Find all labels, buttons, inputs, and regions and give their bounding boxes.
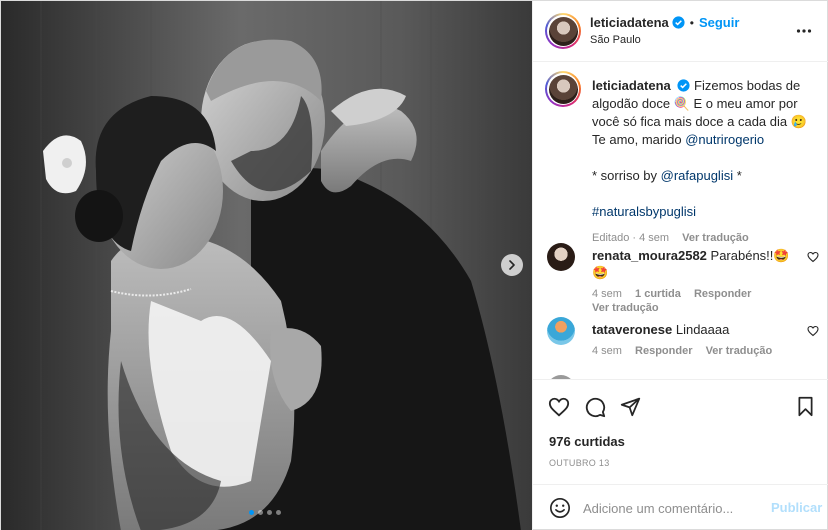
post-location[interactable]: São Paulo <box>590 34 641 46</box>
more-options-icon[interactable] <box>796 23 812 39</box>
commenter-username[interactable]: renata_moura2582 <box>592 248 707 263</box>
likes-count[interactable]: 976 curtidas <box>549 434 625 449</box>
mention-link[interactable]: @nutrirogerio <box>685 132 764 147</box>
verified-badge-icon <box>672 16 685 29</box>
heart-icon[interactable] <box>807 251 819 263</box>
commenter-username[interactable]: tataveronese <box>592 322 672 337</box>
carousel-dot <box>258 510 263 515</box>
post-date: OUTUBRO 13 <box>549 458 610 468</box>
couple-photo-image <box>1 1 532 530</box>
verified-badge-icon <box>677 79 690 92</box>
bookmark-icon[interactable] <box>796 396 815 417</box>
share-icon[interactable] <box>620 396 641 417</box>
hashtag-link[interactable]: #naturalsbypuglisi <box>592 204 696 219</box>
chevron-right-icon <box>509 260 515 270</box>
comments-section[interactable]: leticiadatena Fizemos bodas de algodão d… <box>533 63 828 379</box>
heart-icon[interactable] <box>807 325 819 337</box>
carousel-indicator <box>249 510 281 515</box>
comment-time: 4 sem <box>592 345 622 357</box>
heart-icon[interactable] <box>548 396 570 418</box>
follow-button[interactable]: Seguir <box>699 15 739 30</box>
separator-dot: • <box>689 15 694 30</box>
commenter-avatar[interactable] <box>547 243 575 271</box>
post-caption: leticiadatena Fizemos bodas de algodão d… <box>592 77 820 247</box>
caption-text: * sorriso by <box>592 168 661 183</box>
author-username[interactable]: leticiadatena <box>590 15 669 30</box>
see-translation-button[interactable]: Ver tradução <box>706 345 773 357</box>
see-translation-button[interactable]: Ver tradução <box>592 302 659 314</box>
comment-input[interactable] <box>583 497 763 519</box>
caption-username[interactable]: leticiadatena <box>592 78 671 93</box>
instagram-post: leticiadatena • Seguir São Paulo leticia… <box>0 0 828 530</box>
caption-avatar[interactable] <box>545 71 581 107</box>
comment-icon[interactable] <box>584 396 606 418</box>
caption-meta: Editado · 4 sem Ver tradução <box>592 229 820 247</box>
reply-button[interactable]: Responder <box>694 288 751 300</box>
see-translation-button[interactable]: Ver tradução <box>682 232 749 244</box>
mention-link[interactable]: @rafapuglisi <box>661 168 733 183</box>
post-sidebar: leticiadatena • Seguir São Paulo leticia… <box>532 1 828 530</box>
carousel-dot <box>267 510 272 515</box>
carousel-dot <box>276 510 281 515</box>
emoji-icon[interactable] <box>549 497 571 519</box>
add-comment-bar: Publicar <box>533 484 828 530</box>
carousel-dot <box>249 510 254 515</box>
comment-text: Lindaaaa <box>675 322 730 337</box>
comment-time: 4 sem <box>592 288 622 300</box>
commenter-avatar[interactable] <box>547 317 575 345</box>
author-avatar[interactable] <box>545 13 581 49</box>
comment-likes-button[interactable]: 1 curtida <box>635 288 681 300</box>
caption-text: * <box>733 168 742 183</box>
carousel-next-button[interactable] <box>501 254 523 276</box>
post-header: leticiadatena • Seguir São Paulo <box>533 1 828 62</box>
post-photo[interactable] <box>1 1 532 530</box>
caption-edited-time: Editado · 4 sem <box>592 232 670 244</box>
post-actions: 976 curtidas OUTUBRO 13 <box>533 379 828 484</box>
publish-button[interactable]: Publicar <box>771 500 822 515</box>
reply-button[interactable]: Responder <box>635 345 692 357</box>
